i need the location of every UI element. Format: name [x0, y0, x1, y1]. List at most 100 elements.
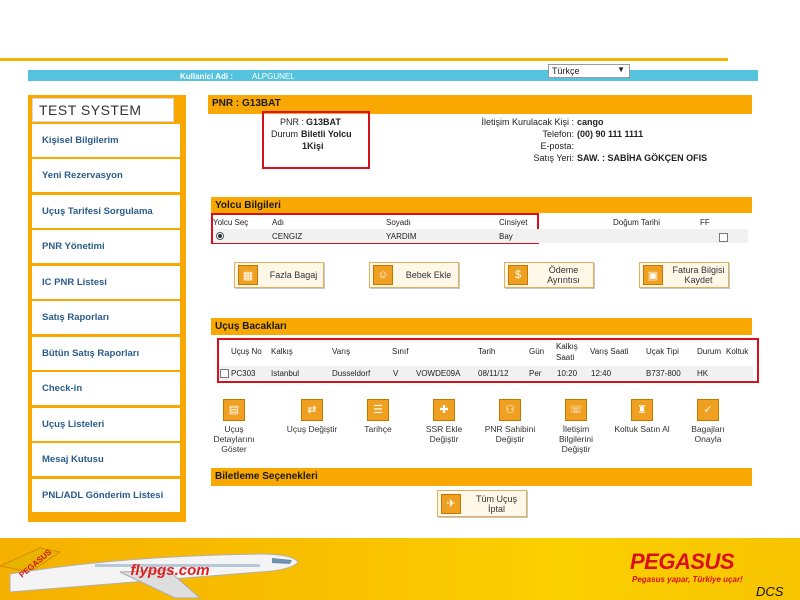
sidebar-item-pnr-management[interactable]: PNR Yönetimi — [32, 230, 180, 263]
col-ff: FF — [700, 218, 710, 227]
sidebar: TEST SYSTEM Kişisel Bilgilerim Yeni Reze… — [28, 95, 186, 522]
col-surname: Soyadı — [386, 218, 411, 227]
change-flight-icon: ⇄ — [301, 399, 323, 421]
status-label: Durum — [270, 129, 298, 139]
col-arr-time: Varış Saati — [590, 347, 629, 356]
passenger-gender: Bay — [499, 232, 513, 241]
sidebar-item-pnl-adl-list[interactable]: PNL/ADL Gönderim Listesi — [32, 479, 180, 512]
col-arrival: Varış — [332, 347, 351, 356]
history-icon: ☰ — [367, 399, 389, 421]
airplane-image: flypgs.com PEGASUS — [0, 547, 299, 599]
sales-office-value: SAW. : SABİHA GÖKÇEN OFIS — [577, 153, 708, 163]
flight-arr-time: 12:40 — [591, 369, 612, 378]
flight-day: Per — [529, 369, 542, 378]
baggage-icon: ✓ — [697, 399, 719, 421]
col-seat: Koltuk — [726, 347, 749, 356]
ff-checkbox[interactable] — [719, 233, 728, 242]
confirm-baggage-button[interactable]: ✓ Bagajları Onayla — [678, 399, 738, 444]
col-dep-time: Kalkış Saati — [556, 342, 578, 362]
col-class: Sınıf — [392, 347, 409, 356]
user-name: ALPGUNEL — [252, 72, 295, 81]
change-contact-button[interactable]: ☏ İletişim Bilgilerini Değiştir — [546, 399, 606, 454]
flight-dep-time: 10:20 — [557, 369, 578, 378]
cancel-all-flights-button[interactable]: ✈ Tüm Uçuş İptal — [437, 490, 527, 517]
corner-label: DCS — [756, 584, 784, 599]
sidebar-item-message-box[interactable]: Mesaj Kutusu — [32, 443, 180, 476]
phone-label: Telefon: — [542, 129, 574, 139]
cancel-label-2: İptal — [487, 503, 505, 514]
invoice-label-1: Fatura Bilgisi — [672, 265, 725, 275]
user-label: Kullanici Adi : — [180, 72, 234, 81]
plane-livery-text: flypgs.com — [130, 562, 209, 579]
flight-checkbox[interactable] — [220, 369, 229, 378]
save-icon: ▣ — [643, 265, 663, 285]
pnr-label: PNR : — [279, 117, 304, 127]
baggage-icon: ▦ — [238, 265, 258, 285]
extra-baggage-button[interactable]: ▦ Fazla Bagaj — [234, 262, 324, 288]
change-flight-button[interactable]: ⇄ Uçuş Değiştir — [282, 399, 342, 434]
contact-value: cango — [577, 117, 604, 127]
sidebar-item-new-reservation[interactable]: Yeni Rezervasyon — [32, 159, 180, 192]
chevron-down-icon: ▼ — [617, 65, 625, 74]
flight-status: HK — [697, 369, 709, 378]
col-day: Gün — [529, 347, 545, 356]
col-name: Adı — [272, 218, 285, 227]
col-select: Yolcu Seç — [213, 218, 249, 227]
language-select[interactable]: Türkçe ▼ — [548, 64, 630, 78]
flight-arrival: Dusseldorf — [332, 369, 371, 378]
flight-no: PC303 — [231, 369, 256, 378]
language-value: Türkçe — [552, 66, 580, 76]
sidebar-item-personal-info[interactable]: Kişisel Bilgilerim — [32, 124, 180, 157]
user-bar — [28, 66, 758, 81]
buy-seat-button[interactable]: ♜ Koltuk Satın Al — [612, 399, 672, 434]
ticketing-section-header: Biletleme Seçenekleri — [211, 468, 752, 486]
sidebar-item-sales-reports[interactable]: Satış Raporları — [32, 301, 180, 334]
sidebar-item-ic-pnr-list[interactable]: IC PNR Listesi — [32, 266, 180, 299]
history-button[interactable]: ☰ Tarihçe — [348, 399, 408, 434]
top-accent-line — [0, 58, 728, 61]
add-infant-button[interactable]: ☺ Bebek Ekle — [369, 262, 459, 288]
passenger-first-name: CENGIZ — [272, 232, 303, 241]
cancel-label-1: Tüm Uçuş — [475, 493, 517, 504]
contact-label: İletişim Kurulacak Kişi : — [481, 117, 574, 127]
invoice-label-2: Kaydet — [684, 275, 713, 285]
flight-details-icon: ▤ — [223, 399, 245, 421]
passenger-section-header: Yolcu Bilgileri — [211, 197, 752, 213]
payment-details-button[interactable]: $ Ödeme Ayrıntısı — [504, 262, 594, 288]
seat-icon: ♜ — [631, 399, 653, 421]
passenger-surname: YARDIM — [386, 232, 417, 241]
col-date: Tarih — [478, 347, 496, 356]
sidebar-item-all-sales-reports[interactable]: Bütün Satış Raporları — [32, 337, 180, 370]
col-gender: Cinsiyet — [499, 218, 528, 227]
flight-aircraft: B737-800 — [646, 369, 681, 378]
cancel-flight-icon: ✈ — [441, 493, 461, 514]
passenger-count: 1Kişi — [302, 141, 324, 151]
email-label: E-posta: — [540, 141, 574, 151]
col-aircraft: Uçak Tipi — [646, 347, 679, 356]
flight-details-button[interactable]: ▤ Uçuş Detaylarını Göster — [204, 399, 264, 454]
passenger-radio[interactable] — [216, 232, 224, 240]
ssr-icon: ✚ — [433, 399, 455, 421]
col-departure: Kalkış — [271, 347, 293, 356]
contact-info-icon: ☏ — [565, 399, 587, 421]
ssr-button[interactable]: ✚ SSR Ekle Değiştir — [414, 399, 474, 444]
flight-class: V — [393, 369, 399, 378]
pegasus-logo: PEGASUS — [630, 549, 735, 574]
col-flight-no: Uçuş No — [231, 347, 262, 356]
status-value: Biletli Yolcu — [301, 129, 352, 139]
system-title: TEST SYSTEM — [32, 98, 174, 122]
payment-icon: $ — [508, 265, 528, 285]
change-pnr-owner-button[interactable]: ⚇ PNR Sahibini Değiştir — [480, 399, 540, 444]
payment-label-1: Ödeme — [548, 265, 579, 275]
slogan: Pegasus yapar, Türkiye uçar! — [632, 575, 743, 584]
sidebar-item-check-in[interactable]: Check-in — [32, 372, 180, 405]
sidebar-item-flight-schedule[interactable]: Uçuş Tarifesi Sorgulama — [32, 195, 180, 228]
sidebar-item-flight-lists[interactable]: Uçuş Listeleri — [32, 408, 180, 441]
col-status: Durum — [697, 347, 722, 356]
flight-departure: Istanbul — [271, 369, 300, 378]
flight-section-header: Uçuş Bacakları — [211, 318, 752, 335]
flight-fare-basis: VOWDE09A — [416, 369, 461, 378]
infant-icon: ☺ — [373, 265, 393, 285]
phone-value: (00) 90 111 1111 — [577, 129, 644, 139]
save-invoice-button[interactable]: ▣ Fatura Bilgisi Kaydet — [639, 262, 729, 288]
